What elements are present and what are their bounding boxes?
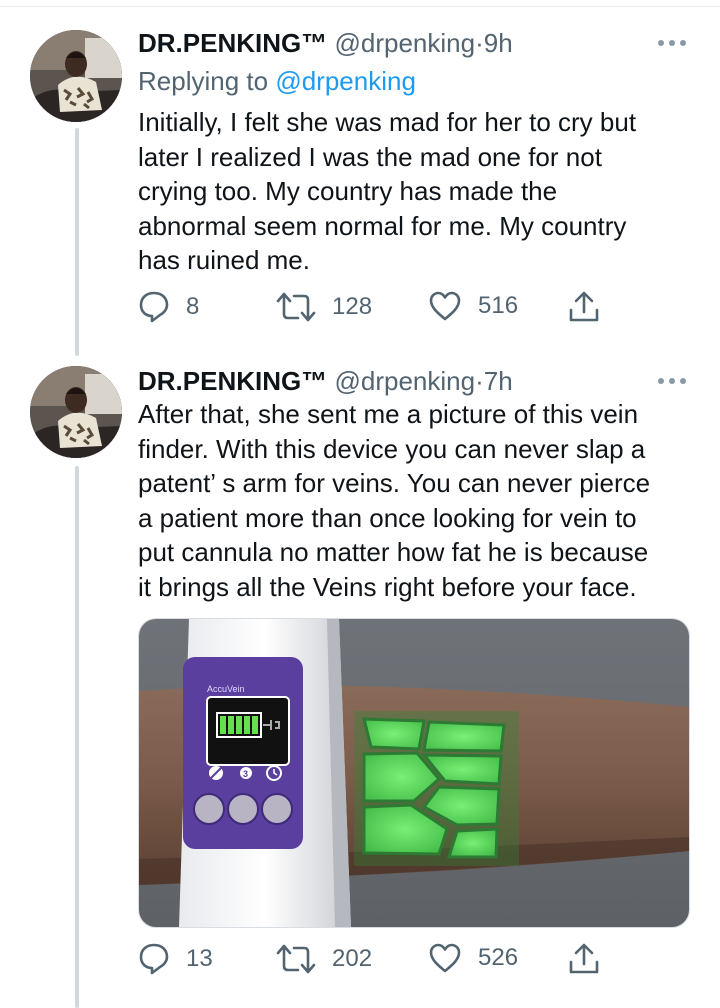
- timestamp[interactable]: 7h: [484, 366, 513, 396]
- like-count: 526: [478, 944, 519, 971]
- time-separator: ·: [475, 366, 484, 396]
- share-button[interactable]: [568, 942, 600, 976]
- tweet-text: After that, she sent me a picture of thi…: [138, 399, 651, 602]
- retweet-button[interactable]: 202: [276, 942, 372, 976]
- reply-button[interactable]: 13: [138, 942, 213, 976]
- media-mode-number: 3: [243, 769, 248, 779]
- retweet-icon: [276, 944, 316, 974]
- vein-finder-photo: AccuVein 3: [139, 619, 689, 927]
- tweet-2[interactable]: DR.PENKING™ @drpenking·7h After that, sh…: [0, 0, 720, 1008]
- tweet-actions: 13 202 526: [138, 942, 618, 978]
- tweet-media-image[interactable]: AccuVein 3: [138, 618, 690, 928]
- tweet-header: DR.PENKING™ @drpenking·7h: [138, 366, 513, 397]
- retweet-count: 202: [332, 945, 373, 972]
- reply-count: 13: [186, 945, 213, 972]
- more-icon[interactable]: [656, 376, 688, 386]
- share-icon: [569, 943, 599, 974]
- avatar[interactable]: [30, 366, 122, 458]
- reply-icon: [139, 943, 169, 975]
- username[interactable]: @drpenking: [334, 366, 475, 396]
- media-brand-text: AccuVein: [207, 684, 245, 694]
- heart-icon: [429, 943, 461, 973]
- like-button[interactable]: 526: [428, 942, 518, 974]
- display-name[interactable]: DR.PENKING™: [138, 366, 327, 396]
